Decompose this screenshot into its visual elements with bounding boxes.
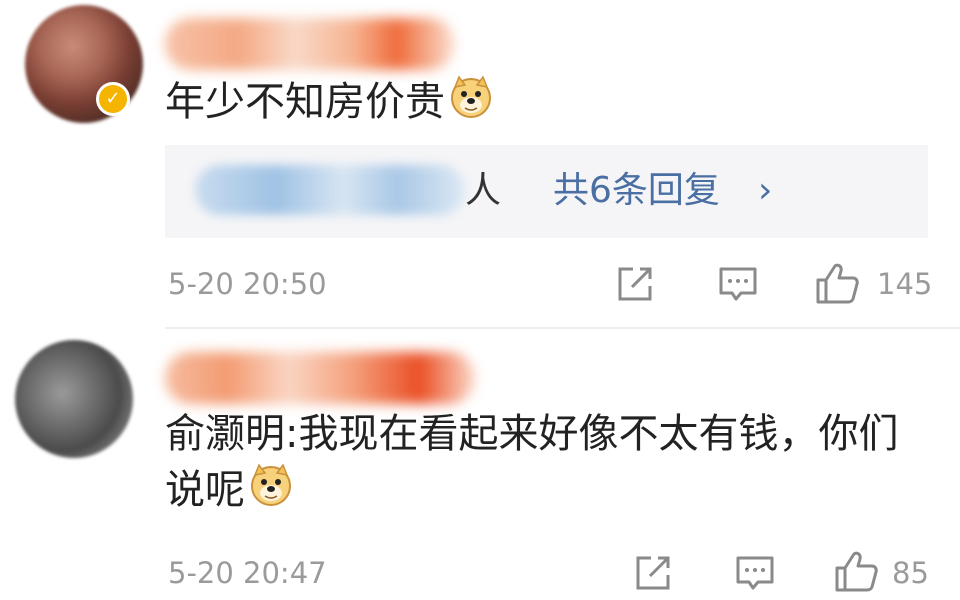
like-icon[interactable]: [834, 550, 878, 592]
like-count: 145: [877, 267, 933, 301]
share-icon[interactable]: [634, 554, 674, 592]
comment-icon[interactable]: [735, 554, 775, 592]
comment-icon[interactable]: [718, 265, 758, 303]
comment-time: 5-20 20:47: [168, 556, 327, 590]
avatar[interactable]: [15, 340, 133, 458]
divider: [165, 327, 960, 329]
comment-time: 5-20 20:50: [168, 267, 327, 301]
comment-item: 俞灏明:我现在看起来好像不太有钱，你们说呢 5-20 20:47 85: [0, 0, 960, 592]
comment-text: 俞灏明:我现在看起来好像不太有钱，你们说呢: [165, 406, 925, 518]
doge-emoji-icon: [251, 463, 291, 506]
share-icon[interactable]: [616, 265, 656, 303]
username-redacted[interactable]: [165, 352, 475, 404]
like-count: 85: [892, 556, 929, 590]
